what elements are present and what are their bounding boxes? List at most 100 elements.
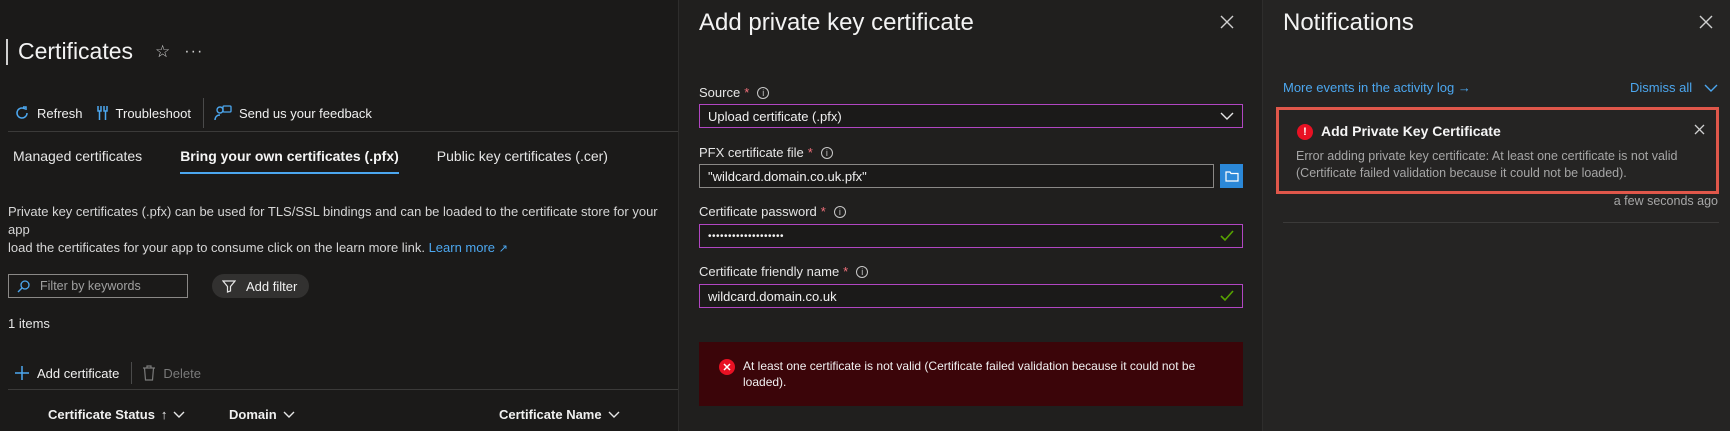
certificates-blade: Certificates ☆ ··· Refresh Troubleshoot … [0, 0, 678, 431]
required-marker: * [820, 204, 826, 219]
info-icon[interactable]: i [856, 265, 869, 278]
notification-title: Add Private Key Certificate [1321, 123, 1501, 139]
command-separator [202, 98, 204, 128]
info-icon[interactable]: i [833, 205, 846, 218]
activity-log-link[interactable]: More events in the activity log → [1283, 80, 1471, 95]
chevron-down-icon [608, 411, 620, 419]
required-marker: * [843, 264, 849, 279]
feedback-person-icon [214, 105, 232, 121]
external-link-icon: ↗ [498, 243, 508, 255]
chevron-down-icon [1704, 83, 1718, 93]
notification-body: Error adding private key certificate: At… [1296, 148, 1706, 182]
wrench-icon [96, 106, 108, 120]
add-filter-label: Add filter [246, 278, 298, 294]
command-separator-2 [131, 362, 133, 384]
chevron-down-icon [283, 411, 295, 419]
source-dropdown[interactable]: Upload certificate (.pfx) [699, 104, 1243, 128]
troubleshoot-button[interactable]: Troubleshoot [95, 105, 191, 121]
tab-managed-certificates[interactable]: Managed certificates [13, 148, 142, 174]
error-line-1: At least one certificate is not valid (C… [743, 359, 1196, 373]
delete-label: Delete [163, 365, 201, 381]
chevron-down-icon [1220, 109, 1234, 123]
folder-icon [1224, 171, 1239, 182]
search-icon [17, 279, 30, 292]
required-marker: * [807, 145, 813, 160]
description-line-2-text: load the certificates for your app to co… [8, 240, 425, 255]
close-icon[interactable] [1699, 15, 1713, 29]
required-marker: * [744, 85, 750, 100]
pfx-file-label: PFX certificate file * i [699, 145, 833, 160]
tab-public-key-certificates[interactable]: Public key certificates (.cer) [437, 148, 608, 174]
troubleshoot-label: Troubleshoot [115, 105, 191, 121]
description-line-1: Private key certificates (.pfx) can be u… [8, 204, 658, 237]
browse-file-button[interactable] [1220, 164, 1243, 188]
feedback-button[interactable]: Send us your feedback [214, 105, 372, 121]
description-line-2: load the certificates for your app to co… [8, 239, 678, 258]
filter-input[interactable]: Filter by keywords [8, 274, 188, 298]
error-message: At least one certificate is not valid (C… [743, 358, 1195, 406]
table-divider [8, 389, 678, 390]
dismiss-all-control[interactable]: Dismiss all [1630, 80, 1718, 95]
password-value: ••••••••••••••••••• [708, 230, 785, 242]
blade-title: Add private key certificate [699, 9, 974, 36]
filter-placeholder: Filter by keywords [40, 279, 141, 293]
column-certificate-status[interactable]: Certificate Status ↑ [48, 407, 185, 422]
tab-bring-your-own-certificates[interactable]: Bring your own certificates (.pfx) [180, 148, 399, 174]
column-certificate-name[interactable]: Certificate Name [499, 407, 620, 422]
friendly-name-label-text: Certificate friendly name [699, 264, 840, 279]
close-icon[interactable] [1694, 124, 1705, 135]
refresh-button[interactable]: Refresh [14, 105, 83, 121]
refresh-label: Refresh [37, 105, 83, 121]
info-icon[interactable]: i [820, 146, 833, 159]
pfx-file-input[interactable]: "wildcard.domain.co.uk.pfx" [699, 164, 1214, 188]
error-line-2: loaded). [743, 375, 787, 389]
notifications-pane: Notifications More events in the activit… [1262, 0, 1730, 431]
notification-divider [1283, 222, 1719, 223]
password-label: Certificate password * i [699, 204, 846, 219]
add-certificate-label: Add certificate [37, 365, 120, 381]
password-input[interactable]: ••••••••••••••••••• [699, 224, 1243, 248]
notification-timestamp: a few seconds ago [1613, 194, 1718, 208]
error-icon: ! [1297, 124, 1313, 140]
sort-arrow-icon: ↑ [160, 407, 168, 422]
friendly-name-label: Certificate friendly name * i [699, 264, 869, 279]
favorite-star-icon[interactable]: ☆ [155, 42, 170, 62]
add-certificate-blade: Add private key certificate Source * i U… [678, 0, 1262, 431]
info-icon[interactable]: i [757, 86, 770, 99]
pfx-file-label-text: PFX certificate file [699, 145, 804, 160]
trash-icon [143, 365, 156, 381]
chevron-down-icon [173, 411, 185, 419]
more-options-icon[interactable]: ··· [184, 43, 203, 61]
page-title: Certificates [18, 38, 134, 64]
close-icon[interactable] [1220, 15, 1234, 29]
notifications-title: Notifications [1283, 9, 1414, 36]
column-certificate-name-label: Certificate Name [499, 407, 602, 422]
dismiss-all-label: Dismiss all [1630, 80, 1693, 95]
column-domain[interactable]: Domain [229, 407, 295, 422]
notification-body-line-2: (Certificate failed validation because i… [1296, 166, 1627, 180]
validation-error-box: At least one certificate is not valid (C… [699, 342, 1243, 406]
certificate-tabs: Managed certificates Bring your own cert… [13, 148, 646, 174]
command-bar: Refresh Troubleshoot Send us your feedba… [14, 98, 384, 128]
notification-body-line-1: Error adding private key certificate: At… [1296, 149, 1678, 163]
column-domain-label: Domain [229, 407, 277, 422]
checkmark-icon [1220, 289, 1234, 303]
notification-item[interactable]: ! Add Private Key Certificate Error addi… [1276, 107, 1719, 194]
toolbar-divider [8, 131, 678, 132]
password-label-text: Certificate password [699, 204, 817, 219]
friendly-name-input[interactable]: wildcard.domain.co.uk [699, 284, 1243, 308]
column-certificate-status-label: Certificate Status [48, 407, 155, 422]
funnel-icon [222, 280, 236, 293]
source-label: Source * i [699, 85, 770, 100]
checkmark-icon [1220, 229, 1234, 243]
source-value: Upload certificate (.pfx) [708, 108, 842, 124]
title-bar: Certificates ☆ ··· [6, 38, 203, 65]
title-separator [6, 38, 8, 65]
description-text: Private key certificates (.pfx) can be u… [8, 203, 678, 258]
add-certificate-button[interactable]: Add certificate [14, 365, 119, 381]
add-filter-button[interactable]: Add filter [212, 274, 310, 298]
friendly-name-value: wildcard.domain.co.uk [708, 288, 837, 304]
learn-more-link[interactable]: Learn more [429, 240, 495, 255]
items-count: 1 items [8, 316, 50, 331]
delete-button[interactable]: Delete [142, 365, 201, 381]
